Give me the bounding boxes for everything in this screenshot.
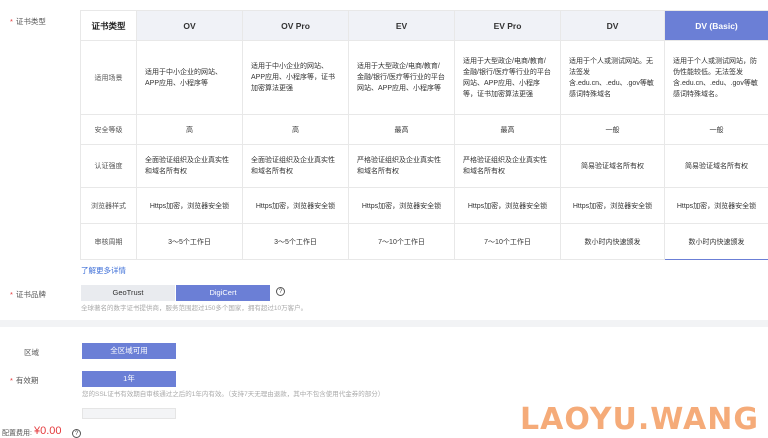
browser-ov-pro: Https加密，浏览器安全锁 [242, 187, 349, 224]
brand-label: * 证书品牌 [10, 290, 46, 299]
security-ov: 高 [136, 114, 243, 145]
more-details-link[interactable]: 了解更多详情 [81, 265, 126, 276]
auth-ev-pro: 严格验证组织及企业真实性和域名所有权 [454, 144, 561, 188]
section-divider [0, 320, 768, 327]
auth-ov-pro: 全面验证组织及企业真实性和域名所有权 [242, 144, 349, 188]
validity-label: * 有效期 [10, 376, 39, 385]
scenario-ev-pro: 适用于大型政企/电商/教育/金融/银行/医疗等行业的平台网站、APP应用、小程序… [454, 40, 561, 115]
fee-help-icon[interactable]: ? [72, 429, 81, 438]
browser-ev: Https加密，浏览器安全锁 [348, 187, 455, 224]
browser-dv: Https加密，浏览器安全锁 [560, 187, 665, 224]
region-label: 区域 [24, 348, 39, 357]
cert-type-table: 证书类型 OV OV Pro EV EV Pro DV DV (Basic) 适… [80, 10, 768, 260]
auth-ov: 全面验证组织及企业真实性和域名所有权 [136, 144, 243, 188]
auth-dv: 简易验证域名所有权 [560, 144, 665, 188]
brand-description: 全球著名的数字证书提供商，服务范围超过150多个国家，拥有超过10万客户。 [81, 305, 308, 312]
region-option-all[interactable]: 全区域可用 [82, 343, 176, 359]
security-ev: 最高 [348, 114, 455, 145]
review-ov-pro: 3～5个工作日 [242, 223, 349, 260]
validity-description: 您的SSL证书有效期自审核通过之后的1年内有效。（支持7天无理由退款，其中不包含… [82, 391, 385, 398]
tab-dv[interactable]: DV [560, 10, 665, 41]
fee-label: 配置费用: [2, 430, 32, 437]
brand-option-geotrust[interactable]: GeoTrust [81, 285, 175, 301]
validity-option-1year[interactable]: 1年 [82, 371, 176, 387]
security-ov-pro: 高 [242, 114, 349, 145]
security-dv-basic: 一般 [664, 114, 768, 145]
auth-dv-basic: 简易验证域名所有权 [664, 144, 768, 188]
tab-ev[interactable]: EV [348, 10, 455, 41]
tab-dv-basic[interactable]: DV (Basic) [664, 10, 768, 41]
quantity-field[interactable] [82, 408, 176, 419]
row-label-scenario: 适用场景 [80, 40, 137, 115]
scenario-dv: 适用于个人或测试网站。无法签发含.edu.cn、.edu、.gov等敏感词特殊域… [560, 40, 665, 115]
browser-dv-basic: Https加密，浏览器安全锁 [664, 187, 768, 224]
tab-ev-pro[interactable]: EV Pro [454, 10, 561, 41]
security-ev-pro: 最高 [454, 114, 561, 145]
security-dv: 一般 [560, 114, 665, 145]
review-ev: 7～10个工作日 [348, 223, 455, 260]
table-corner: 证书类型 [80, 10, 137, 41]
row-label-browser: 浏览器样式 [80, 187, 137, 224]
scenario-ev: 适用于大型政企/电商/教育/金融/银行/医疗等行业的平台网站、APP应用、小程序… [348, 40, 455, 115]
review-dv-basic: 数小时内快速颁发 [664, 223, 768, 260]
tab-ov[interactable]: OV [136, 10, 243, 41]
help-icon[interactable]: ? [276, 287, 285, 296]
row-label-review: 审核周期 [80, 223, 137, 260]
scenario-ov-pro: 适用于中小企业的网站、APP应用、小程序等，证书加密算法更强 [242, 40, 349, 115]
browser-ev-pro: Https加密，浏览器安全锁 [454, 187, 561, 224]
row-label-security: 安全等级 [80, 114, 137, 145]
fee-amount: ¥0.00 [34, 425, 62, 437]
brand-option-digicert[interactable]: DigiCert [176, 285, 270, 301]
review-ov: 3～5个工作日 [136, 223, 243, 260]
scenario-dv-basic: 适用于个人或测试网站，防伪性能较低。无法签发含.edu.cn、.edu、.gov… [664, 40, 768, 115]
tab-ov-pro[interactable]: OV Pro [242, 10, 349, 41]
scenario-ov: 适用于中小企业的网站、APP应用、小程序等 [136, 40, 243, 115]
browser-ov: Https加密，浏览器安全锁 [136, 187, 243, 224]
watermark-text: LAOYU.WANG [520, 402, 759, 437]
row-label-auth: 认证强度 [80, 144, 137, 188]
cert-type-label: * 证书类型 [10, 17, 46, 26]
auth-ev: 严格验证组织及企业真实性和域名所有权 [348, 144, 455, 188]
review-ev-pro: 7～10个工作日 [454, 223, 561, 260]
review-dv: 数小时内快速颁发 [560, 223, 665, 260]
